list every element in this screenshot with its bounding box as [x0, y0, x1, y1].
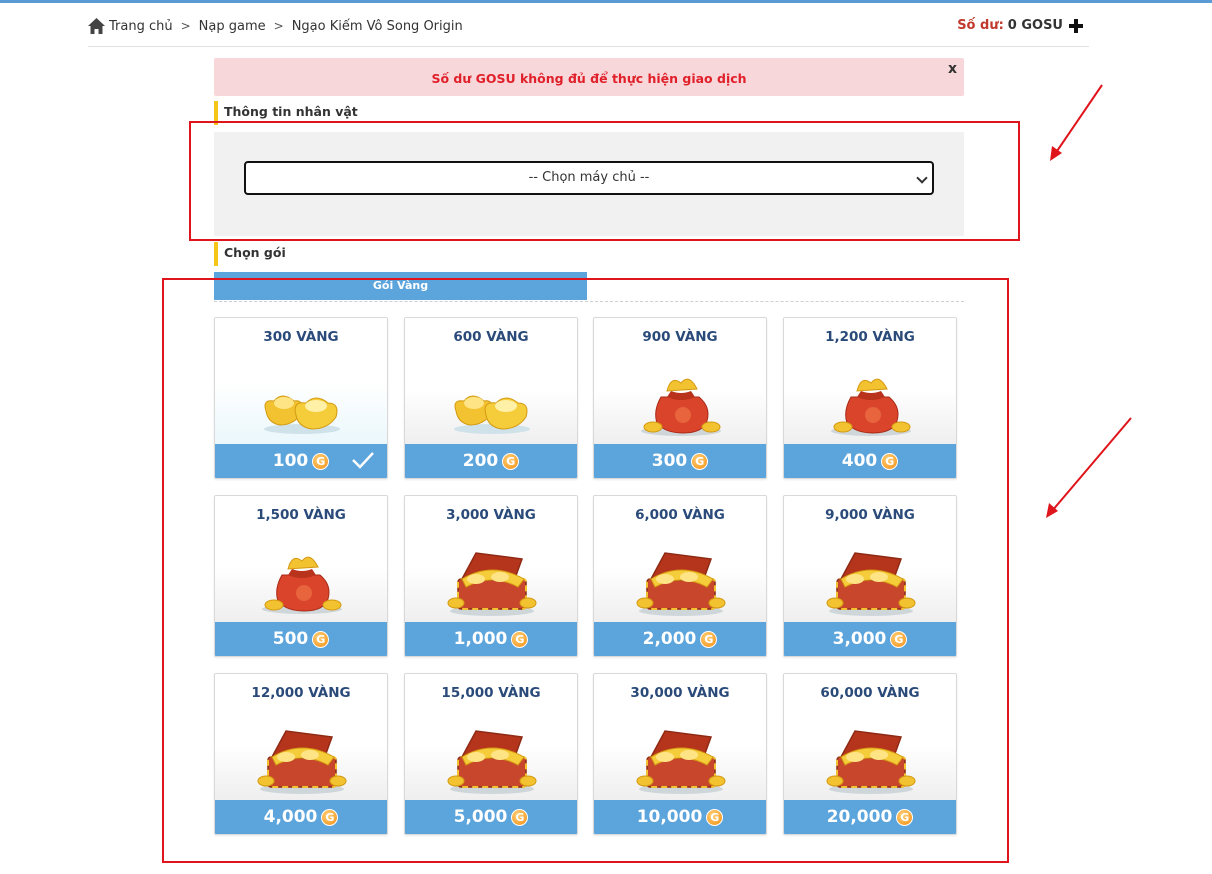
package-price: 10,000: [636, 807, 703, 827]
top-accent-bar: [0, 0, 1212, 3]
package-card[interactable]: 1,200 VÀNG 400 G: [783, 317, 957, 479]
package-name: 900 VÀNG: [642, 329, 718, 345]
section-title-package: Chọn gói: [214, 242, 286, 266]
package-card[interactable]: 30,000 VÀNG 10,000 G: [593, 673, 767, 835]
balance: Số dư: 0 GOSU: [957, 18, 1083, 33]
package-name: 1,500 VÀNG: [256, 507, 346, 523]
package-card[interactable]: 6,000 VÀNG 2,000 G: [593, 495, 767, 657]
breadcrumb-game: Ngạo Kiếm Vô Song Origin: [291, 18, 463, 34]
package-price: 3,000: [832, 629, 887, 649]
package-price-bar: 2,000 G: [594, 622, 766, 656]
package-name: 300 VÀNG: [263, 329, 339, 345]
gosu-coin-icon: G: [890, 630, 908, 648]
package-name: 60,000 VÀNG: [820, 685, 920, 701]
package-card[interactable]: 1,500 VÀNG 500 G: [214, 495, 388, 657]
package-name: 12,000 VÀNG: [251, 685, 351, 701]
money-bag-icon: [641, 378, 721, 436]
package-card[interactable]: 60,000 VÀNG 20,000 G: [783, 673, 957, 835]
package-price: 500: [272, 629, 309, 649]
gosu-coin-icon: G: [321, 808, 339, 826]
treasure-chest-icon: [257, 730, 347, 794]
annotation-arrow-icon: [1046, 417, 1132, 518]
package-price-bar: 3,000 G: [784, 622, 956, 656]
package-price-bar: 200 G: [405, 444, 577, 478]
package-card[interactable]: 900 VÀNG 300 G: [593, 317, 767, 479]
insufficient-balance-alert: Số dư GOSU không đủ để thực hiện giao dị…: [214, 58, 964, 96]
package-name: 30,000 VÀNG: [630, 685, 730, 701]
package-price: 5,000: [453, 807, 508, 827]
package-price: 100: [272, 451, 309, 471]
page-header: Trang chủ > Nạp game > Ngạo Kiếm Vô Song…: [88, 18, 1089, 47]
breadcrumb-topup[interactable]: Nạp game: [199, 19, 266, 34]
chevron-right-icon: >: [180, 19, 191, 33]
package-price: 200: [462, 451, 499, 471]
package-name: 9,000 VÀNG: [825, 507, 915, 523]
checkmark-icon: [352, 452, 374, 469]
balance-label: Số dư:: [957, 18, 1004, 33]
package-price: 2,000: [642, 629, 697, 649]
gosu-coin-icon: G: [706, 808, 724, 826]
treasure-chest-icon: [826, 730, 916, 794]
breadcrumb-home[interactable]: Trang chủ: [109, 19, 173, 34]
alert-close-button[interactable]: x: [948, 61, 957, 77]
treasure-chest-icon: [636, 730, 726, 794]
gosu-coin-icon: G: [896, 808, 914, 826]
gosu-coin-icon: G: [511, 808, 529, 826]
package-card[interactable]: 15,000 VÀNG 5,000 G: [404, 673, 578, 835]
package-price-bar: 300 G: [594, 444, 766, 478]
package-price-bar: 100 G: [215, 444, 387, 478]
treasure-chest-icon: [447, 730, 537, 794]
package-price-bar: 400 G: [784, 444, 956, 478]
chevron-right-icon: >: [273, 19, 284, 33]
alert-message: Số dư GOSU không đủ để thực hiện giao dị…: [431, 71, 747, 86]
package-card[interactable]: 12,000 VÀNG 4,000 G: [214, 673, 388, 835]
gold-ingot-icon: [454, 395, 530, 434]
package-card[interactable]: 9,000 VÀNG 3,000 G: [783, 495, 957, 657]
annotation-arrow-icon: [1050, 84, 1103, 161]
chevron-down-icon: [916, 172, 928, 184]
package-price: 4,000: [263, 807, 318, 827]
package-name: 3,000 VÀNG: [446, 507, 536, 523]
package-price: 1,000: [453, 629, 508, 649]
gosu-coin-icon: G: [881, 452, 899, 470]
package-price-bar: 10,000 G: [594, 800, 766, 834]
money-bag-icon: [262, 556, 342, 614]
package-card[interactable]: 600 VÀNG 200 G: [404, 317, 578, 479]
breadcrumb: Trang chủ > Nạp game > Ngạo Kiếm Vô Song…: [88, 18, 463, 34]
package-card[interactable]: 300 VÀNG 100 G: [214, 317, 388, 479]
package-price-bar: 500 G: [215, 622, 387, 656]
package-name: 6,000 VÀNG: [635, 507, 725, 523]
package-name: 600 VÀNG: [453, 329, 529, 345]
gosu-coin-icon: G: [312, 452, 330, 470]
gosu-coin-icon: G: [700, 630, 718, 648]
package-price-bar: 20,000 G: [784, 800, 956, 834]
server-select-value: -- Chọn máy chủ --: [528, 170, 650, 185]
gosu-coin-icon: G: [511, 630, 529, 648]
gosu-coin-icon: G: [502, 452, 520, 470]
gosu-coin-icon: G: [312, 630, 330, 648]
package-price: 300: [651, 451, 688, 471]
package-name: 15,000 VÀNG: [441, 685, 541, 701]
treasure-chest-icon: [636, 552, 726, 616]
section-title-character: Thông tin nhân vật: [214, 101, 358, 125]
package-price-bar: 1,000 G: [405, 622, 577, 656]
add-funds-plus-icon[interactable]: [1069, 18, 1083, 33]
treasure-chest-icon: [447, 552, 537, 616]
treasure-chest-icon: [826, 552, 916, 616]
package-tabs: Gói Vàng: [214, 272, 964, 302]
gosu-coin-icon: G: [691, 452, 709, 470]
home-icon[interactable]: [88, 18, 105, 34]
package-price-bar: 5,000 G: [405, 800, 577, 834]
tab-gold-packages[interactable]: Gói Vàng: [214, 272, 587, 300]
gold-ingot-icon: [264, 395, 340, 434]
package-price: 400: [841, 451, 878, 471]
money-bag-icon: [831, 378, 911, 436]
package-name: 1,200 VÀNG: [825, 329, 915, 345]
package-card[interactable]: 3,000 VÀNG 1,000 G: [404, 495, 578, 657]
server-panel: -- Chọn máy chủ --: [214, 132, 964, 236]
balance-value: 0 GOSU: [1007, 18, 1063, 33]
package-price-bar: 4,000 G: [215, 800, 387, 834]
package-price: 20,000: [826, 807, 893, 827]
server-select[interactable]: -- Chọn máy chủ --: [244, 161, 934, 195]
